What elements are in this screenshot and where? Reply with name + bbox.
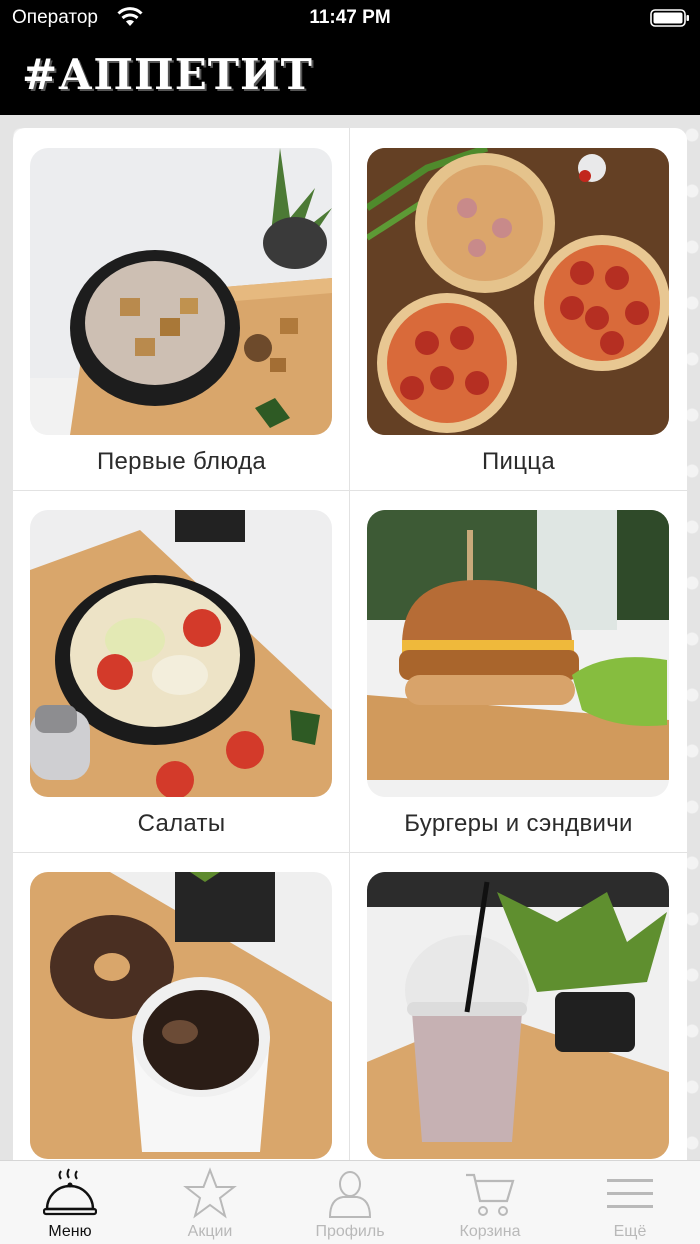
milkshake-photo xyxy=(367,872,669,1159)
category-grid: Первые блюда Пицца Салаты Бургеры и сэнд… xyxy=(13,128,687,1168)
tab-profile[interactable]: Профиль xyxy=(280,1161,420,1244)
soup-bowl-photo xyxy=(30,148,332,435)
burger-photo xyxy=(367,510,669,797)
tab-label: Ещё xyxy=(613,1223,647,1240)
cloche-icon xyxy=(43,1168,97,1216)
tab-menu[interactable]: Меню xyxy=(0,1161,140,1244)
category-label: Салаты xyxy=(137,810,226,837)
category-pizza[interactable]: Пицца xyxy=(350,128,687,490)
category-drinks[interactable] xyxy=(350,852,687,1168)
app-logo: #АППЕТИТ xyxy=(22,50,313,99)
category-salads[interactable]: Салаты xyxy=(13,490,350,852)
bottom-tab-bar: Меню Акции Профиль Корзина Ещё xyxy=(0,1160,700,1244)
category-desserts[interactable] xyxy=(13,852,350,1168)
hamburger-menu-icon xyxy=(607,1179,653,1208)
grid-divider xyxy=(13,490,687,491)
category-label: Первые блюда xyxy=(96,448,267,475)
cart-icon xyxy=(466,1173,515,1216)
tab-label: Меню xyxy=(48,1223,92,1240)
tab-label: Акции xyxy=(187,1223,233,1240)
pizza-board-photo xyxy=(367,148,669,435)
category-label: Пицца xyxy=(482,448,555,475)
grid-divider xyxy=(349,128,350,1168)
salad-bowl-photo xyxy=(30,510,332,797)
tab-cart[interactable]: Корзина xyxy=(420,1161,560,1244)
person-icon xyxy=(328,1171,372,1218)
tab-label: Корзина xyxy=(459,1223,521,1240)
tab-label: Профиль xyxy=(315,1223,385,1240)
status-time: 11:47 PM xyxy=(309,7,391,28)
battery-icon xyxy=(650,9,689,27)
category-first-courses[interactable]: Первые блюда xyxy=(13,128,350,490)
app-header: Оператор 11:47 PM #АППЕТИТ xyxy=(0,0,700,115)
star-icon xyxy=(183,1167,237,1219)
category-burgers[interactable]: Бургеры и сэндвичи xyxy=(350,490,687,852)
category-label: Бургеры и сэндвичи xyxy=(404,810,633,837)
tab-more[interactable]: Ещё xyxy=(560,1161,700,1244)
donut-coffee-photo xyxy=(30,872,332,1159)
status-bar: Оператор 11:47 PM xyxy=(0,0,700,36)
grid-divider xyxy=(13,852,687,853)
tab-promotions[interactable]: Акции xyxy=(140,1161,280,1244)
